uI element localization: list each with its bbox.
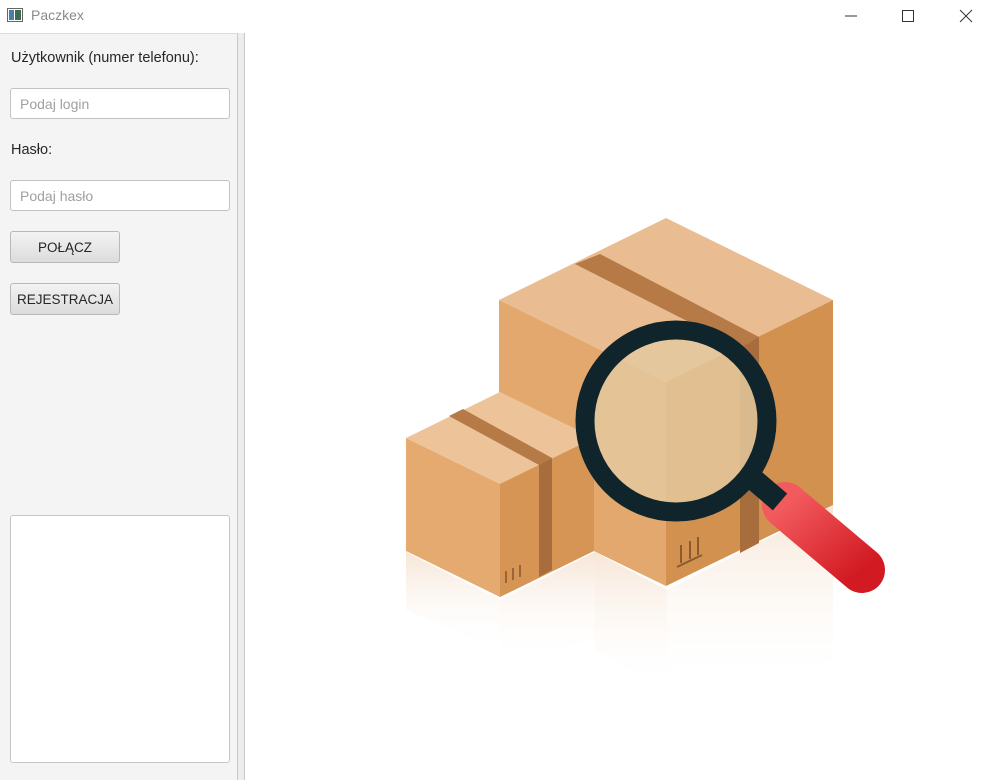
window-title: Paczkex [31, 7, 84, 23]
login-input[interactable] [10, 88, 230, 119]
connect-button[interactable]: POŁĄCZ [10, 231, 120, 263]
minimize-button[interactable] [822, 0, 880, 31]
title-bar: Paczkex [0, 0, 993, 33]
maximize-icon [902, 9, 914, 22]
app-window-icon [7, 8, 23, 22]
close-button[interactable] [937, 0, 993, 31]
close-icon [959, 9, 973, 22]
user-label: Użytkownik (numer telefonu): [11, 50, 199, 66]
output-text-area[interactable] [10, 515, 230, 763]
password-label: Hasło: [11, 142, 53, 158]
register-button[interactable]: REJESTRACJA [10, 283, 120, 315]
package-search-illustration [406, 218, 885, 690]
maximize-button[interactable] [879, 0, 937, 31]
minimize-icon [845, 15, 857, 16]
split-pane-divider[interactable] [238, 33, 245, 780]
password-input[interactable] [10, 180, 230, 211]
